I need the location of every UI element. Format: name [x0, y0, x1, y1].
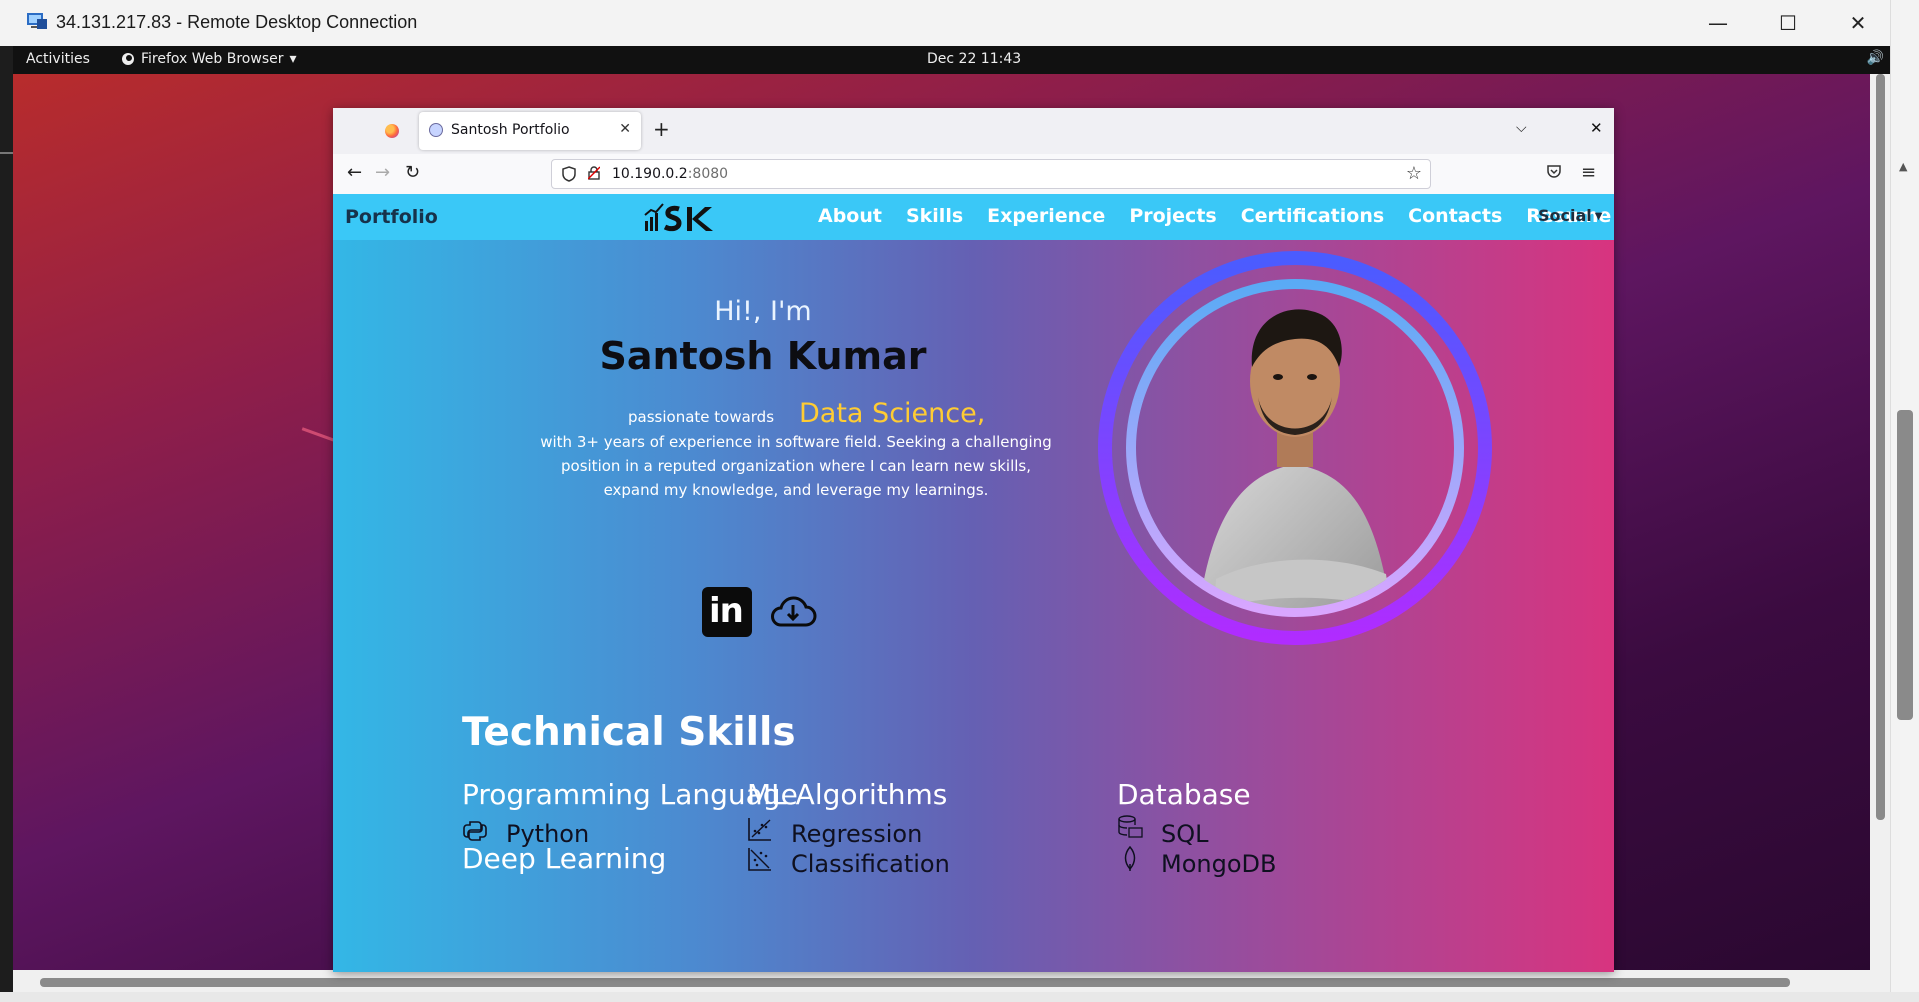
insecure-lock-icon[interactable]	[588, 166, 600, 180]
skill-category-deep-learning: Deep Learning	[462, 842, 667, 875]
profile-photo	[1098, 251, 1492, 645]
url-text: 10.190.0.2:8080	[612, 166, 729, 182]
site-nav-links: About Skills Experience Projects Certifi…	[818, 205, 1614, 227]
firefox-window: Santosh Portfolio ✕ + ⌵ ✕ ← → ↻ 10.190.0…	[333, 108, 1614, 972]
linkedin-icon[interactable]: in	[702, 587, 752, 637]
hero-focus-typed: Data Science,	[799, 398, 986, 429]
tab-close-icon[interactable]: ✕	[619, 121, 631, 137]
skill-sql: SQL	[1161, 820, 1209, 848]
regression-chart-icon	[748, 818, 771, 841]
nav-certifications[interactable]: Certifications	[1241, 205, 1384, 227]
activities-button[interactable]: Activities	[26, 51, 90, 67]
rdp-titlebar: 34.131.217.83 - Remote Desktop Connectio…	[0, 0, 1919, 47]
hamburger-menu-icon[interactable]: ≡	[1581, 162, 1596, 183]
minimize-button[interactable]: —	[1683, 0, 1753, 46]
forward-arrow-icon[interactable]: →	[375, 162, 390, 183]
shield-icon[interactable]	[562, 166, 576, 182]
chevron-down-icon: ▾	[289, 51, 297, 67]
close-window-button[interactable]: ✕	[1823, 0, 1893, 46]
nav-projects[interactable]: Projects	[1129, 205, 1216, 227]
tab-bar: Santosh Portfolio ✕ + ⌵ ✕	[333, 108, 1614, 154]
portfolio-page: Portfolio About Skills Experience Projec…	[333, 194, 1614, 972]
reload-icon[interactable]: ↻	[405, 162, 420, 183]
nav-skills[interactable]: Skills	[906, 205, 963, 227]
pocket-icon[interactable]	[1546, 163, 1562, 179]
caret-down-icon: ▼	[1594, 211, 1603, 222]
back-arrow-icon[interactable]: ←	[347, 162, 362, 183]
skill-mongodb: MongoDB	[1161, 850, 1277, 878]
skills-heading: Technical Skills	[462, 710, 796, 755]
url-bar[interactable]: 10.190.0.2:8080 ☆	[551, 159, 1431, 189]
cloud-download-icon[interactable]	[768, 587, 818, 637]
bottom-edge	[0, 992, 1919, 1002]
remote-desktop-icon	[27, 13, 47, 29]
firefox-close-button[interactable]: ✕	[1590, 119, 1603, 137]
hero-links: in	[702, 587, 818, 637]
rdp-window-title: 34.131.217.83 - Remote Desktop Connectio…	[56, 12, 418, 32]
nav-experience[interactable]: Experience	[987, 205, 1105, 227]
skill-classification: Classification	[791, 850, 950, 878]
sound-icon[interactable]: 🔊	[1867, 50, 1884, 66]
sk-logo-icon[interactable]	[643, 201, 717, 233]
python-icon	[463, 821, 487, 841]
classification-chart-icon	[748, 848, 771, 871]
firefox-icon	[122, 53, 134, 65]
nav-toolbar: ← → ↻ 10.190.0.2:8080 ☆ ≡	[333, 154, 1614, 195]
mongodb-leaf-icon	[1124, 846, 1136, 871]
left-edge	[0, 46, 13, 1002]
skill-category-ml: ML Algorithms	[747, 778, 948, 811]
skill-regression: Regression	[791, 820, 923, 848]
firefox-view-icon[interactable]	[385, 124, 399, 138]
rdp-horizontal-scrollbar[interactable]	[13, 970, 1890, 992]
site-navbar: Portfolio About Skills Experience Projec…	[333, 194, 1614, 240]
outer-scrollbar[interactable]: ▲	[1890, 0, 1919, 1002]
app-name: Firefox Web Browser	[141, 51, 284, 67]
gnome-top-bar: Activities Firefox Web Browser ▾ Dec 22 …	[13, 46, 1890, 74]
social-dropdown[interactable]: Social ▼	[1538, 206, 1602, 225]
app-menu[interactable]: Firefox Web Browser ▾	[121, 51, 297, 67]
hero-passion: passionate towards	[628, 408, 775, 426]
tab-title: Santosh Portfolio	[451, 122, 570, 138]
hero-name: Santosh Kumar	[599, 334, 927, 378]
bookmark-star-icon[interactable]: ☆	[1406, 163, 1422, 184]
skill-category-database: Database	[1117, 778, 1251, 811]
nav-contacts[interactable]: Contacts	[1408, 205, 1502, 227]
nav-about[interactable]: About	[818, 205, 882, 227]
tab-santosh-portfolio[interactable]: Santosh Portfolio ✕	[419, 112, 641, 150]
rdp-vertical-scrollbar[interactable]	[1870, 74, 1890, 970]
site-brand[interactable]: Portfolio	[345, 206, 438, 228]
tab-favicon-icon	[429, 123, 443, 137]
list-all-tabs-icon[interactable]: ⌵	[1516, 120, 1527, 136]
hero-description: with 3+ years of experience in software …	[540, 433, 1052, 499]
new-tab-button[interactable]: +	[653, 117, 670, 141]
sql-database-icon	[1118, 815, 1143, 838]
clock[interactable]: Dec 22 11:43	[927, 51, 1021, 67]
maximize-button[interactable]: ☐	[1753, 0, 1823, 46]
hero-greeting: Hi!, I'm	[714, 296, 812, 327]
